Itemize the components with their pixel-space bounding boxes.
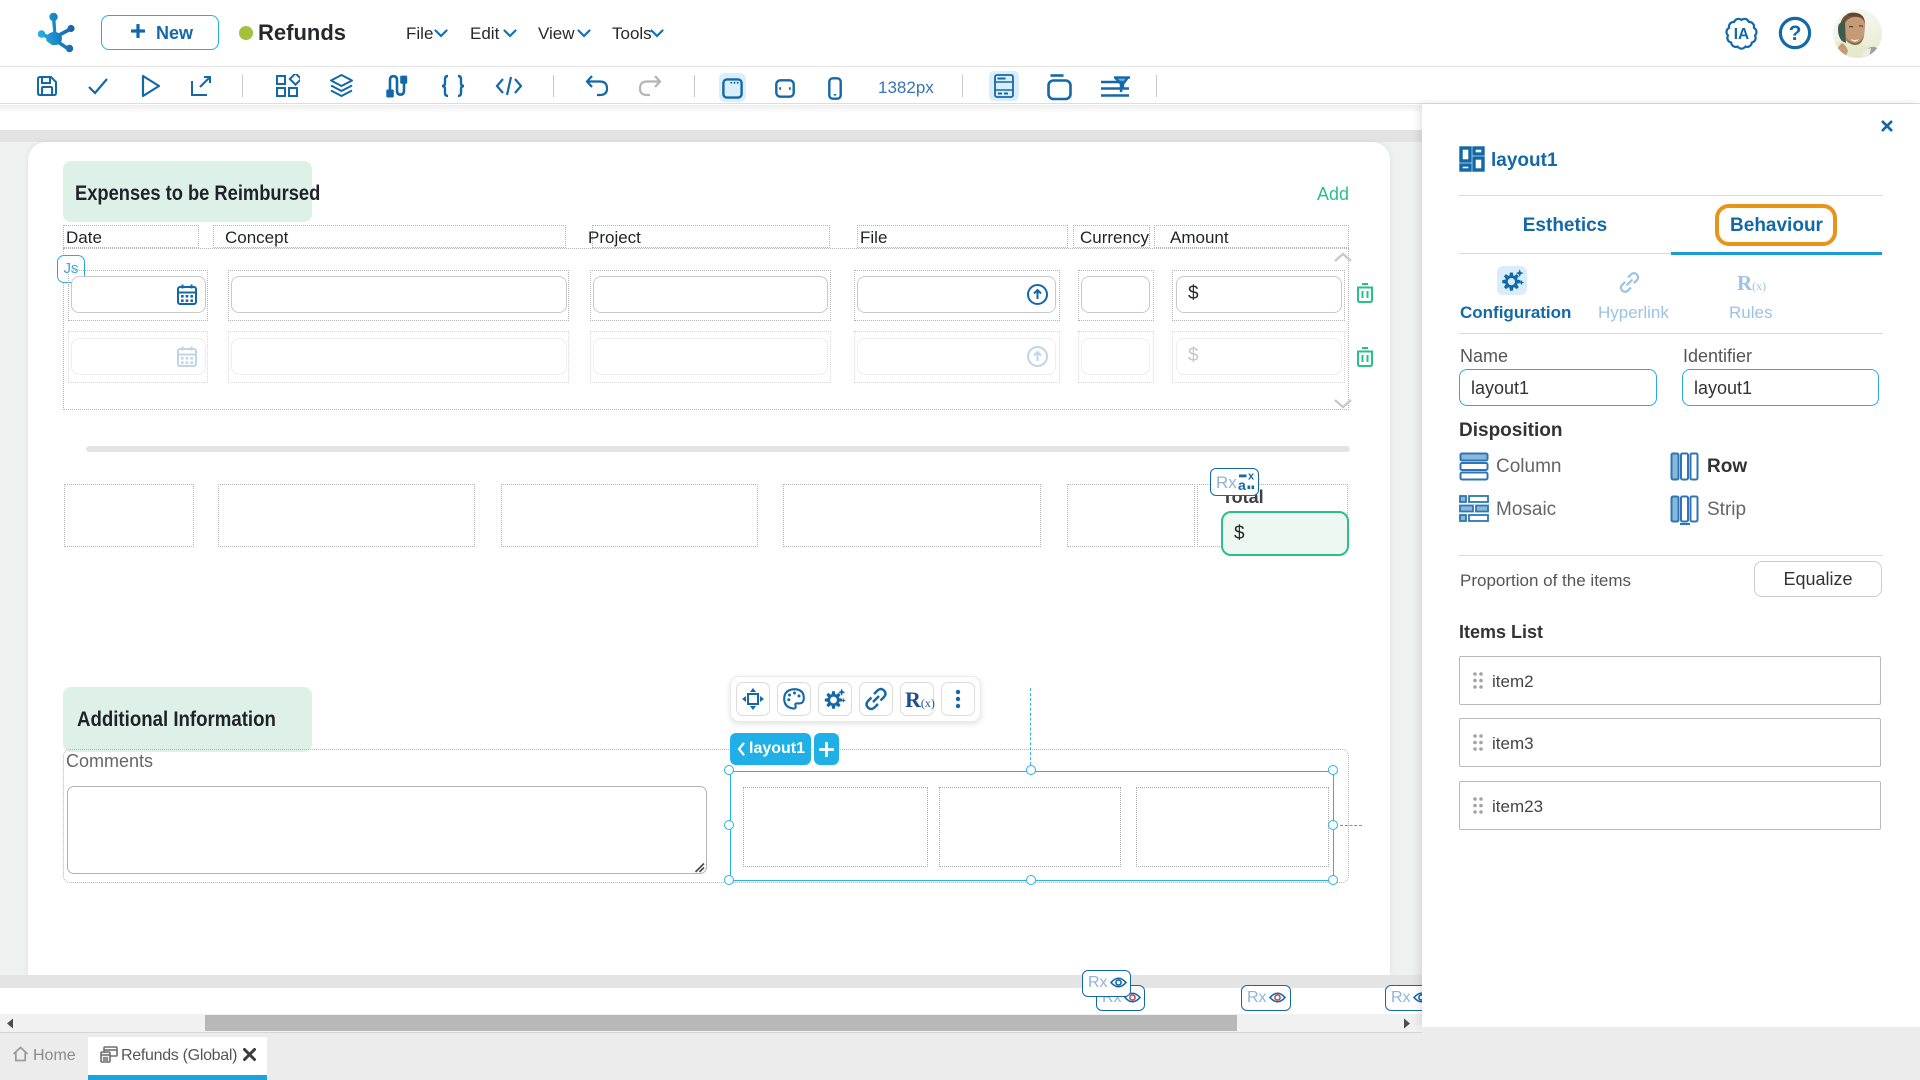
- svg-text:?: ?: [1789, 22, 1802, 45]
- svg-text:a: a: [1238, 477, 1246, 493]
- svg-text:IA: IA: [1734, 26, 1750, 43]
- svg-text:x: x: [1248, 471, 1255, 483]
